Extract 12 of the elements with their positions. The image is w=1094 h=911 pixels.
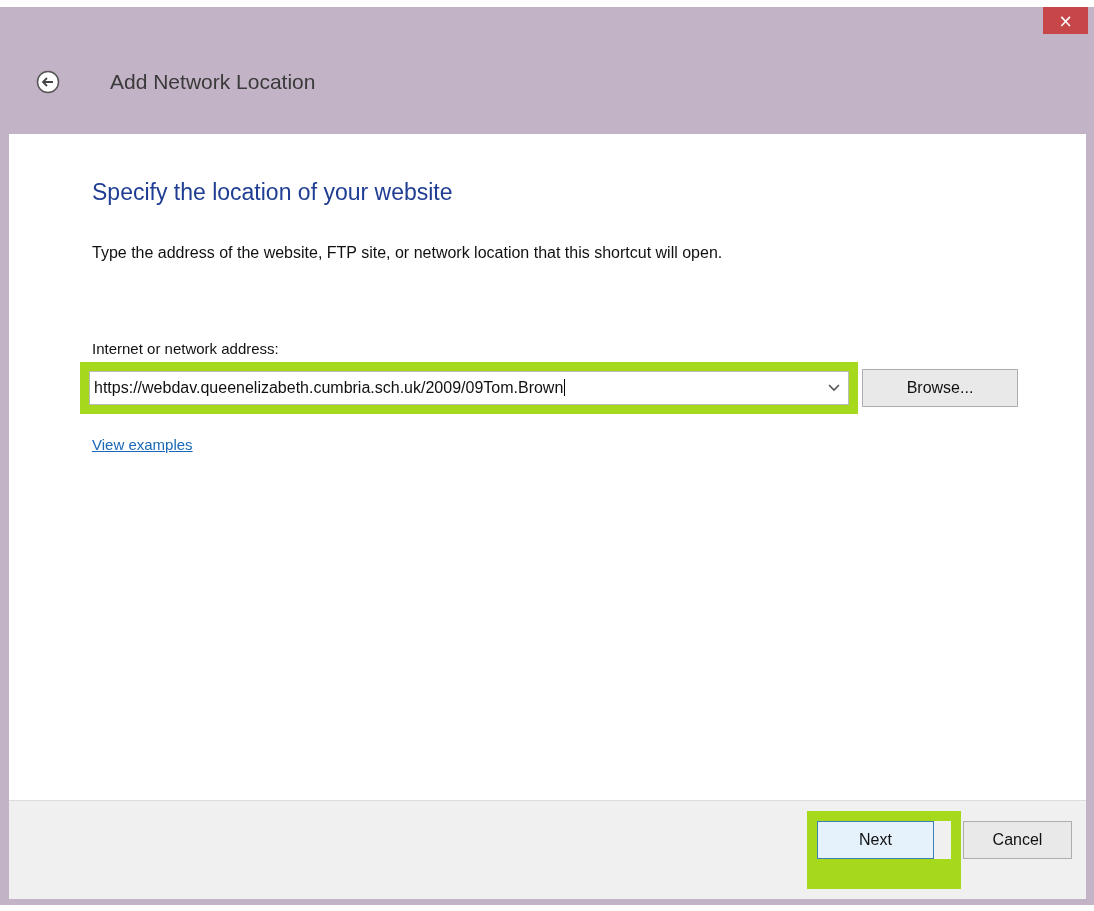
back-icon[interactable] (36, 70, 60, 94)
next-button[interactable]: Next (817, 821, 934, 859)
address-field[interactable]: https://webdav.queenelizabeth.cumbria.sch.uk/2009/09Tom.Brown (89, 371, 849, 405)
field-label: Internet or network address: (92, 340, 280, 357)
cancel-button[interactable]: Cancel (963, 821, 1072, 859)
browse-button[interactable]: Browse... (862, 369, 1018, 407)
close-button[interactable]: × (1043, 7, 1088, 34)
dropdown-chevron-icon[interactable] (828, 384, 840, 392)
window-title: Add Network Location (110, 70, 316, 94)
description-text: Type the address of the website, FTP site, or network location that this shortcut will open. (92, 244, 724, 262)
page-heading: Specify the location of your website (92, 179, 454, 206)
view-examples-link[interactable]: View examples (92, 436, 193, 453)
